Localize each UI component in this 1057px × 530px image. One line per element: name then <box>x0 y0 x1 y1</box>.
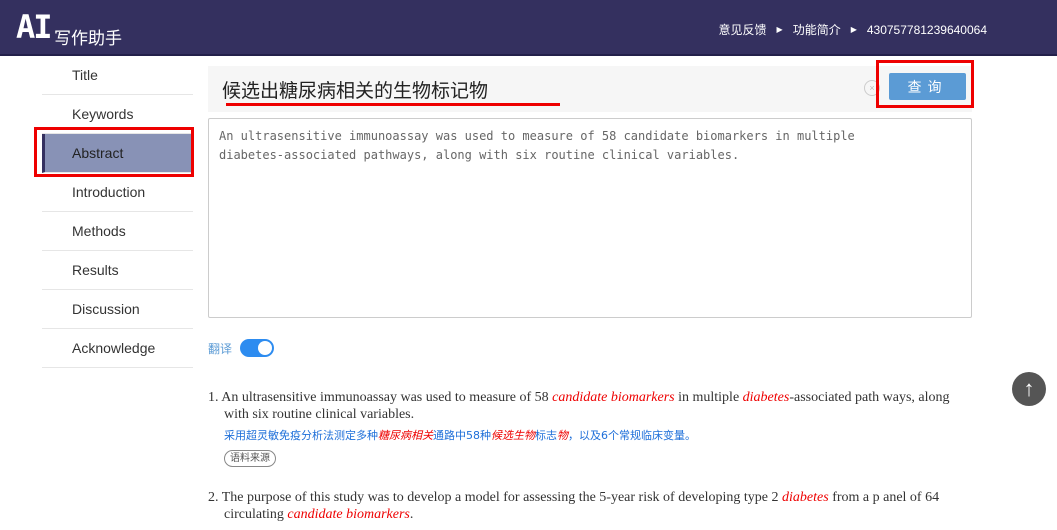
result-english[interactable]: 1. An ultrasensitive immunoassay was use… <box>208 389 968 423</box>
highlight-term: candidate biomarkers <box>287 507 410 522</box>
sidebar-item-introduction[interactable]: Introduction <box>42 173 193 212</box>
source-button[interactable]: 语料来源 <box>224 450 276 467</box>
highlight-term: 糖尿病相关 <box>378 429 433 442</box>
result-english[interactable]: 2. The purpose of this study was to deve… <box>208 489 968 523</box>
caret-right-icon: ▶ <box>776 25 783 34</box>
translate-label: 翻译 <box>208 341 233 356</box>
sidebar-item-discussion[interactable]: Discussion <box>42 290 193 329</box>
text-segment: . <box>409 507 414 522</box>
logo: AI <box>16 8 53 46</box>
sidebar: Title Keywords Abstract Introduction Methods… <box>42 56 193 368</box>
intro-link[interactable]: 功能简介 <box>793 21 841 38</box>
result-item: 1. An ultrasensitive immunoassay was use… <box>208 389 968 467</box>
highlight-term: diabetes <box>742 390 790 405</box>
sidebar-item-results[interactable]: Results <box>42 251 193 290</box>
annotation-box <box>34 127 194 177</box>
text-segment: The purpose of this study was to develop… <box>221 490 783 505</box>
user-id[interactable]: 430757781239640064 <box>867 23 987 37</box>
text-segment: An ultrasensitive immunoassay was used t… <box>221 390 553 405</box>
header-nav: 意见反馈 ▶ 功能简介 ▶ 430757781239640064 <box>719 21 987 38</box>
translate-toggle[interactable] <box>240 339 275 357</box>
text-segment: 标志 <box>535 429 557 442</box>
annotation-box <box>876 60 974 108</box>
text-segment: ，以及6个常规临床变量。 <box>568 429 696 442</box>
result-item: 2. The purpose of this study was to deve… <box>208 489 968 523</box>
highlight-term: diabetes <box>782 490 829 505</box>
sidebar-item-methods[interactable]: Methods <box>42 212 193 251</box>
caret-right-icon: ▶ <box>850 25 857 34</box>
text-segment: in multiple <box>674 390 743 405</box>
header: AI 写作助手 意见反馈 ▶ 功能简介 ▶ 430757781239640064 <box>0 0 1057 56</box>
text-segment: 通路中58种 <box>433 429 491 442</box>
logo-subtitle: 写作助手 <box>54 29 122 49</box>
feedback-link[interactable]: 意见反馈 <box>719 21 767 38</box>
highlight-term: 候选生物 <box>491 429 535 442</box>
query-bar: 候选出糖尿病相关的生物标记物 × <box>208 66 972 112</box>
annotation-underline <box>226 103 560 106</box>
result-translation: 采用超灵敏免疫分析法测定多种糖尿病相关通路中58种候选生物标志物，以及6个常规临… <box>208 427 968 444</box>
abstract-textarea[interactable]: An ultrasensitive immunoassay was used t… <box>208 118 972 318</box>
result-number: 2. <box>208 490 222 505</box>
result-number: 1. <box>208 390 222 405</box>
translate-toggle-row: 翻译 <box>208 339 275 357</box>
sidebar-item-title[interactable]: Title <box>42 56 193 95</box>
sidebar-item-acknowledge[interactable]: Acknowledge <box>42 329 193 368</box>
text-segment: 采用超灵敏免疫分析法测定多种 <box>224 429 378 442</box>
query-input[interactable]: 候选出糖尿病相关的生物标记物 <box>222 76 488 103</box>
highlight-term: candidate biomarkers <box>552 390 675 405</box>
scroll-top-icon[interactable]: ↑ <box>1012 372 1046 406</box>
highlight-term: 物 <box>557 429 568 442</box>
